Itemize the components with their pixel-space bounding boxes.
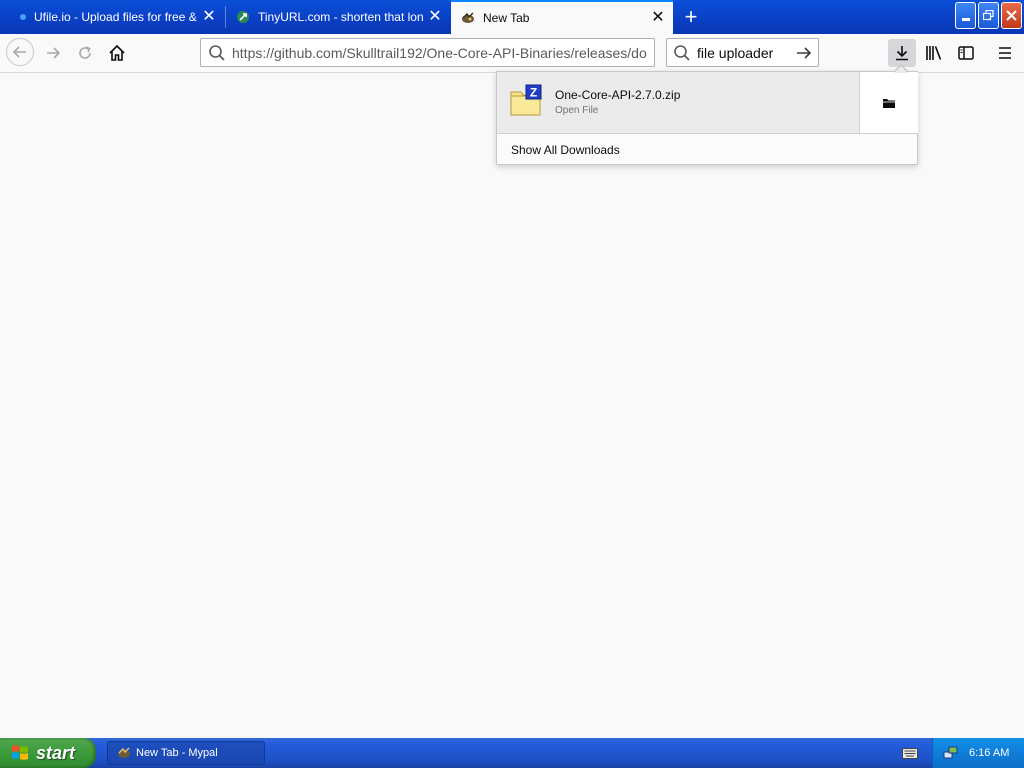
tinyurl-favicon-icon	[237, 11, 249, 23]
tab-ufile[interactable]: Ufile.io - Upload files for free & sh ✕	[0, 0, 224, 34]
close-window-button[interactable]	[1001, 2, 1022, 29]
download-arrow-icon	[896, 46, 908, 61]
sidebar-icon	[958, 46, 974, 60]
sidebar-button[interactable]	[952, 39, 980, 67]
forward-arrow-icon	[47, 47, 61, 59]
new-tab-button[interactable]: +	[676, 2, 706, 32]
url-text: https://github.com/Skulltrail192/One-Cor…	[232, 44, 647, 61]
panel-arrow-inner	[894, 66, 908, 73]
search-icon	[209, 44, 225, 61]
minimize-button[interactable]	[955, 2, 976, 29]
url-bar[interactable]: https://github.com/Skulltrail192/One-Cor…	[200, 38, 655, 67]
library-icon	[926, 46, 942, 60]
taskbar-item-label: New Tab - Mypal	[136, 747, 218, 759]
windows-logo-icon	[12, 745, 28, 760]
zip-archive-icon: Z	[510, 84, 542, 116]
restore-button[interactable]	[978, 2, 999, 29]
back-arrow-icon	[12, 46, 26, 58]
start-button[interactable]: start	[0, 738, 96, 768]
ufile-favicon-icon	[20, 14, 26, 20]
folder-icon	[883, 98, 895, 108]
system-tray: 6:16 AM	[932, 738, 1024, 768]
search-input[interactable]	[697, 44, 789, 61]
search-icon	[674, 44, 690, 61]
start-label: start	[36, 742, 76, 763]
keyboard-icon[interactable]	[902, 746, 918, 760]
clock: 6:16 AM	[969, 747, 1010, 759]
menu-button[interactable]	[991, 39, 1019, 67]
home-icon	[109, 44, 125, 61]
svg-text:Z: Z	[530, 86, 537, 100]
network-icon[interactable]	[943, 745, 959, 761]
show-all-downloads-link[interactable]: Show All Downloads	[511, 143, 620, 157]
tab-title: TinyURL.com - shorten that long U	[258, 10, 424, 24]
home-button[interactable]	[103, 39, 131, 67]
downloads-button[interactable]	[888, 39, 916, 67]
close-tab-icon[interactable]: ✕	[647, 7, 669, 29]
tab-strip: Ufile.io - Upload files for free & sh ✕ …	[0, 0, 1024, 34]
tab-tinyurl[interactable]: TinyURL.com - shorten that long U ✕	[226, 0, 450, 34]
mypal-favicon-icon	[462, 12, 474, 23]
reload-icon	[79, 46, 91, 59]
tab-new-tab[interactable]: New Tab ✕	[451, 0, 673, 34]
close-tab-icon[interactable]: ✕	[198, 6, 220, 28]
page-content	[0, 73, 1024, 738]
minimize-icon	[961, 18, 970, 21]
reload-button[interactable]	[71, 39, 99, 67]
mypal-app-icon	[118, 747, 130, 758]
tab-title: Ufile.io - Upload files for free & sh	[34, 10, 198, 24]
taskbar-item-mypal[interactable]: New Tab - Mypal	[107, 741, 265, 765]
close-window-icon	[1006, 10, 1017, 21]
download-status: Open File	[555, 105, 599, 116]
taskbar: start New Tab - Mypal 6:16 AM	[0, 738, 1024, 768]
search-bar[interactable]	[666, 38, 819, 67]
library-button[interactable]	[920, 39, 948, 67]
back-button[interactable]	[6, 38, 34, 66]
close-tab-icon[interactable]: ✕	[424, 6, 446, 28]
screen: Ufile.io - Upload files for free & sh ✕ …	[0, 0, 1024, 768]
download-filename: One-Core-API-2.7.0.zip	[555, 88, 681, 102]
navigation-toolbar: https://github.com/Skulltrail192/One-Cor…	[0, 34, 1024, 73]
search-go-arrow-icon[interactable]	[795, 44, 813, 62]
download-item[interactable]: Z One-Core-API-2.7.0.zip Open File	[497, 72, 859, 134]
restore-icon	[983, 10, 994, 21]
open-containing-folder-button[interactable]	[859, 72, 918, 134]
tab-title: New Tab	[483, 11, 530, 25]
downloads-panel: Z One-Core-API-2.7.0.zip Open File Show …	[496, 71, 918, 165]
forward-button[interactable]	[39, 39, 67, 67]
hamburger-menu-icon	[999, 47, 1011, 59]
